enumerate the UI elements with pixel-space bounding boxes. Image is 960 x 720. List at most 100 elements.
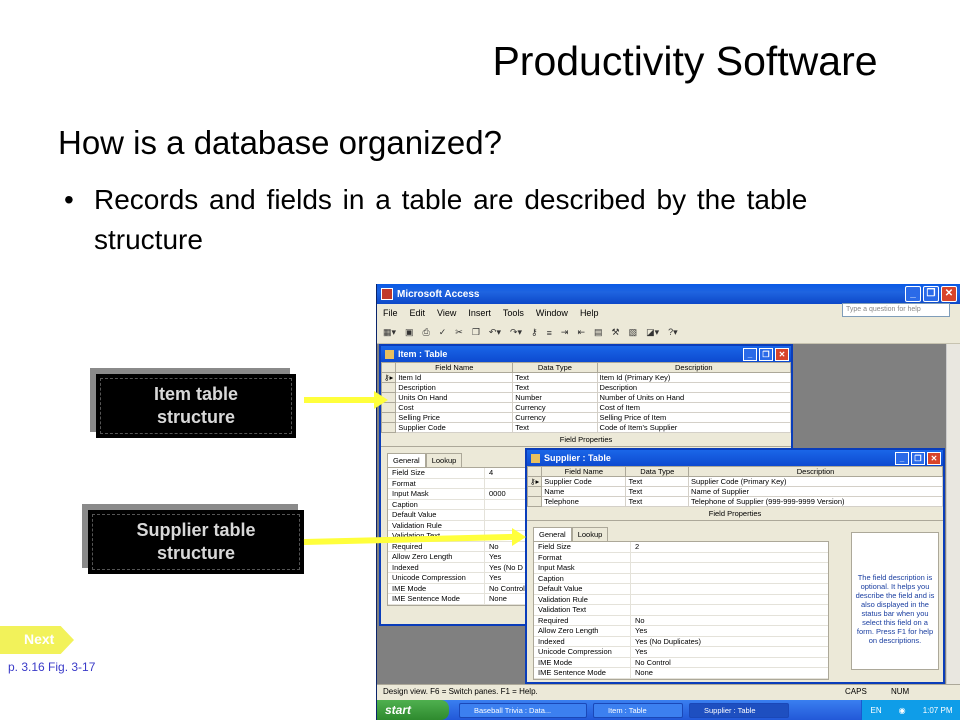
- property-row[interactable]: Allow Zero Length Yes: [388, 552, 526, 563]
- insert-rows-icon[interactable]: ⇥: [561, 327, 569, 338]
- property-row[interactable]: Input Mask: [534, 563, 828, 574]
- help-icon[interactable]: ?▾: [668, 327, 678, 338]
- property-value[interactable]: Yes: [484, 573, 526, 583]
- property-value[interactable]: [630, 584, 828, 594]
- data-type-cell[interactable]: Text: [512, 382, 598, 393]
- property-value[interactable]: No Control: [484, 583, 526, 593]
- property-row[interactable]: Indexed Yes (No D: [388, 562, 526, 573]
- property-value[interactable]: No Control: [630, 657, 828, 667]
- description-cell[interactable]: Cost of Item: [596, 402, 792, 413]
- field-name-cell[interactable]: Units On Hand: [395, 392, 514, 403]
- row-selector[interactable]: [380, 422, 397, 433]
- tab-lookup[interactable]: Lookup: [425, 453, 463, 467]
- property-row[interactable]: Field Size 2: [534, 542, 828, 553]
- property-row[interactable]: Default Value: [388, 510, 526, 521]
- property-value[interactable]: [484, 499, 526, 509]
- property-value[interactable]: [484, 510, 526, 520]
- field-name-cell[interactable]: Name: [541, 486, 627, 497]
- menu-window[interactable]: Window: [536, 308, 568, 318]
- start-button[interactable]: start: [377, 700, 449, 720]
- item-minimize-button[interactable]: _: [743, 347, 757, 361]
- property-value[interactable]: None: [484, 594, 526, 604]
- supplier-close-button[interactable]: ✕: [927, 451, 941, 465]
- redo-icon[interactable]: ↷▾: [510, 327, 522, 338]
- property-row[interactable]: Validation Rule: [388, 520, 526, 531]
- delete-rows-icon[interactable]: ⇤: [577, 327, 585, 338]
- property-row[interactable]: Validation Text: [534, 605, 828, 616]
- row-selector[interactable]: [526, 496, 543, 507]
- undo-icon[interactable]: ↶▾: [489, 327, 501, 338]
- print-icon[interactable]: ⎙: [423, 327, 430, 338]
- menu-file[interactable]: File: [383, 308, 398, 318]
- property-row[interactable]: Caption: [388, 499, 526, 510]
- property-value[interactable]: [630, 605, 828, 615]
- new-object-icon[interactable]: ◪▾: [646, 327, 659, 338]
- supplier-restore-button[interactable]: ❐: [911, 451, 925, 465]
- property-value[interactable]: None: [630, 668, 828, 678]
- property-row[interactable]: Unicode Compression Yes: [388, 573, 526, 584]
- field-name-cell[interactable]: Cost: [395, 402, 514, 413]
- data-type-cell[interactable]: Text: [625, 476, 690, 487]
- database-window-icon[interactable]: ▧: [629, 327, 638, 338]
- taskbar-item[interactable]: Supplier : Table: [689, 702, 789, 718]
- table-row[interactable]: Units On Hand Number Number of Units on Ha…: [380, 392, 792, 403]
- taskbar-item[interactable]: Item : Table: [593, 702, 683, 718]
- vertical-scrollbar[interactable]: [946, 344, 960, 688]
- property-row[interactable]: Caption: [534, 573, 828, 584]
- field-name-cell[interactable]: Supplier Code: [541, 476, 627, 487]
- help-search-input[interactable]: Type a question for help: [842, 303, 950, 317]
- table-row[interactable]: ⚷▸ Item Id Text Item Id (Primary Key): [380, 372, 792, 383]
- taskbar-item[interactable]: Baseball Trivia : Data...: [459, 702, 587, 718]
- property-value[interactable]: Yes: [630, 626, 828, 636]
- property-row[interactable]: Validation Rule: [534, 594, 828, 605]
- property-value[interactable]: [630, 594, 828, 604]
- restore-button[interactable]: ❐: [923, 286, 939, 302]
- data-type-cell[interactable]: Text: [512, 372, 598, 383]
- row-selector[interactable]: [526, 486, 543, 497]
- close-button[interactable]: ✕: [941, 286, 957, 302]
- property-value[interactable]: Yes (No D: [484, 562, 526, 572]
- field-name-cell[interactable]: Selling Price: [395, 412, 514, 423]
- property-value[interactable]: [484, 478, 526, 488]
- property-value[interactable]: 4: [484, 468, 526, 478]
- table-row[interactable]: ⚷▸ Supplier Code Text Supplier Code (Primar…: [526, 476, 943, 487]
- table-row[interactable]: Cost Currency Cost of Item: [380, 402, 792, 413]
- field-name-cell[interactable]: Item Id: [395, 372, 514, 383]
- tab-general[interactable]: General: [387, 453, 426, 467]
- property-row[interactable]: Format: [388, 478, 526, 489]
- menu-edit[interactable]: Edit: [410, 308, 426, 318]
- supplier-minimize-button[interactable]: _: [895, 451, 909, 465]
- data-type-cell[interactable]: Text: [512, 422, 598, 433]
- description-cell[interactable]: Number of Units on Hand: [596, 392, 792, 403]
- description-cell[interactable]: Telephone of Supplier (999-999-9999 Vers…: [688, 496, 943, 507]
- property-row[interactable]: Indexed Yes (No Duplicates): [534, 636, 828, 647]
- row-selector[interactable]: [380, 412, 397, 423]
- table-row[interactable]: Telephone Text Telephone of Supplier (999-…: [526, 496, 943, 507]
- data-type-cell[interactable]: Text: [625, 496, 690, 507]
- property-row[interactable]: Default Value: [534, 584, 828, 595]
- indexes-icon[interactable]: ≡: [547, 328, 552, 338]
- property-row[interactable]: Allow Zero Length Yes: [534, 626, 828, 637]
- menu-insert[interactable]: Insert: [468, 308, 491, 318]
- description-cell[interactable]: Supplier Code (Primary Key): [688, 476, 943, 487]
- description-cell[interactable]: Code of Item's Supplier: [596, 422, 792, 433]
- tray-icon[interactable]: ◉: [899, 706, 906, 715]
- cut-icon[interactable]: ✂: [455, 327, 463, 338]
- menu-help[interactable]: Help: [580, 308, 599, 318]
- data-type-cell[interactable]: Currency: [512, 412, 598, 423]
- property-value[interactable]: Yes: [484, 552, 526, 562]
- description-cell[interactable]: Item Id (Primary Key): [596, 372, 792, 383]
- property-value[interactable]: 2: [630, 542, 828, 552]
- spelling-icon[interactable]: ✓: [439, 327, 447, 338]
- table-row[interactable]: Selling Price Currency Selling Price of It…: [380, 412, 792, 423]
- language-indicator[interactable]: EN: [871, 706, 882, 715]
- property-row[interactable]: IME Mode No Control: [388, 583, 526, 594]
- property-value[interactable]: [630, 552, 828, 562]
- item-close-button[interactable]: ✕: [775, 347, 789, 361]
- property-row[interactable]: Unicode Compression Yes: [534, 647, 828, 658]
- menu-tools[interactable]: Tools: [503, 308, 524, 318]
- property-row[interactable]: Required No: [388, 541, 526, 552]
- table-row[interactable]: Name Text Name of Supplier: [526, 486, 943, 497]
- property-row[interactable]: Required No: [534, 615, 828, 626]
- field-name-cell[interactable]: Description: [395, 382, 514, 393]
